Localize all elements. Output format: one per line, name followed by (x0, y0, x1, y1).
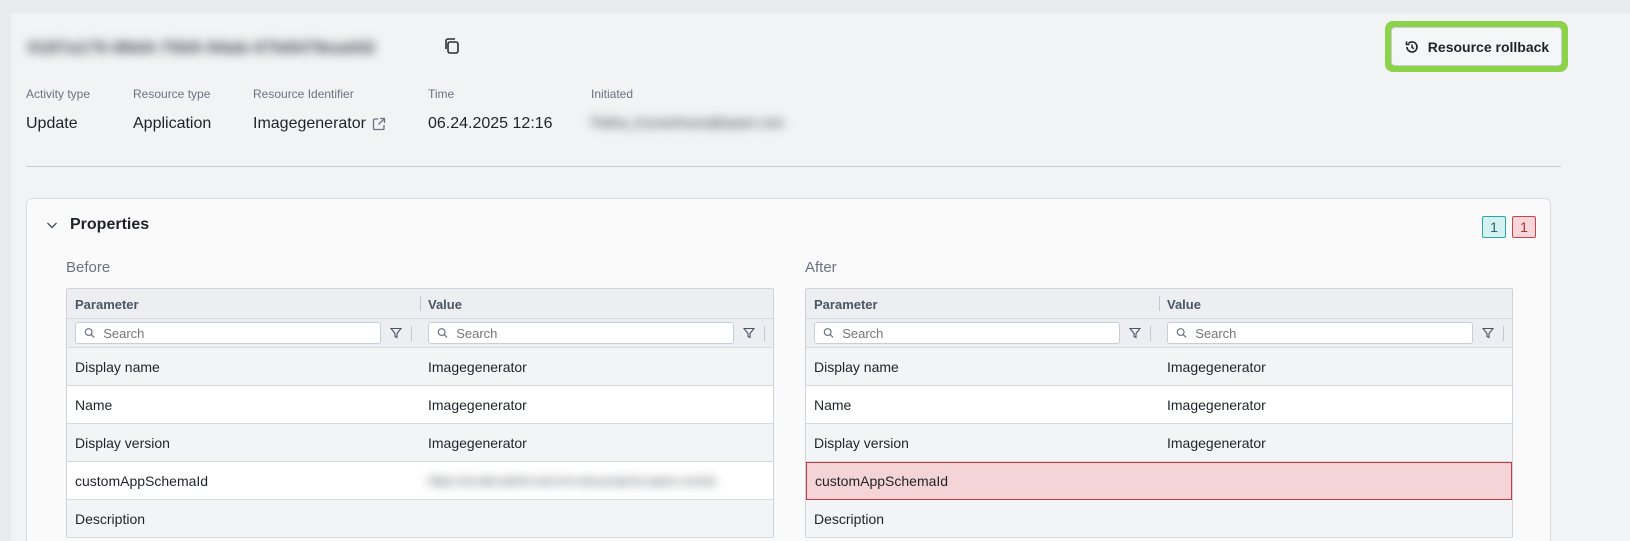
value-cell: Imagegenerator (1167, 358, 1266, 375)
properties-panel: Properties 1 1 Before Parameter Value Se… (26, 198, 1551, 541)
before-table: Parameter Value Search Search Display na… (66, 288, 774, 538)
filter-button[interactable] (387, 324, 405, 342)
value-cell: https://ai-dial-admin-test.int-ssta.proj… (428, 473, 716, 488)
table-row: Name Imagegenerator (67, 386, 773, 424)
table-row: customAppSchemaId https://ai-dial-admin-… (67, 462, 773, 500)
table-header: Parameter Value (806, 289, 1512, 319)
table-row: Display name Imagegenerator (806, 348, 1512, 386)
divider (26, 166, 1561, 167)
meta-value: Pakha_Kryvashnyna@epam.com (591, 115, 785, 130)
filter-icon (1129, 327, 1141, 339)
history-icon (1405, 40, 1418, 53)
parameter-cell: Description (75, 510, 146, 527)
meta-label: Time (428, 87, 455, 101)
meta-resource-identifier: Resource Identifier Imagegenerator (253, 87, 386, 133)
parameter-cell: Display name (75, 358, 160, 375)
table-row: Display version Imagegenerator (806, 424, 1512, 462)
parameter-cell: Description (814, 510, 885, 527)
activity-id: 0187a170-88d4-70b5-94ab-07b8479ead42 (28, 38, 376, 57)
column-header-value[interactable]: Value (1159, 289, 1512, 318)
table-row: Display version Imagegenerator (67, 424, 773, 462)
column-header-parameter[interactable]: Parameter (67, 289, 420, 318)
parameter-cell: customAppSchemaId (75, 472, 209, 489)
parameter-cell: customAppSchemaId (815, 473, 949, 489)
table-row: Display name Imagegenerator (67, 348, 773, 386)
properties-toggle[interactable]: Properties (44, 216, 149, 234)
parameter-search-input[interactable] (842, 325, 1111, 341)
filter-icon (1482, 327, 1494, 339)
meta-activity-type: Activity type Update (26, 87, 90, 133)
copy-icon (445, 37, 459, 54)
table-row-changed: customAppSchemaId (806, 462, 1512, 500)
search-box (75, 322, 381, 344)
value-cell: Imagegenerator (428, 434, 527, 451)
properties-title: Properties (70, 216, 150, 233)
value-filter (420, 322, 773, 344)
before-label: Before (66, 259, 111, 276)
table-row: Description (806, 500, 1512, 538)
parameter-search-input[interactable] (103, 325, 372, 341)
meta-time: Time 06.24.2025 12:16 (428, 87, 553, 133)
filter-row (806, 319, 1512, 348)
column-separator (411, 325, 412, 341)
search-box (428, 322, 734, 344)
parameter-cell: Name (814, 396, 852, 413)
column-header-parameter[interactable]: Parameter (806, 289, 1159, 318)
column-header-value[interactable]: Value (420, 289, 773, 318)
activity-details-page: 0187a170-88d4-70b5-94ab-07b8479ead42 Res… (11, 13, 1630, 541)
filter-row (67, 319, 773, 348)
meta-label: Initiated (591, 87, 634, 101)
meta-initiated: Initiated Pakha_Kryvashnyna@epam.com (591, 87, 784, 130)
search-icon (1176, 328, 1187, 338)
filter-icon (390, 327, 402, 339)
external-link-icon (372, 117, 386, 131)
parameter-filter (806, 322, 1159, 344)
column-separator (1503, 325, 1504, 341)
table-header: Parameter Value (67, 289, 773, 319)
added-count-badge: 1 (1482, 216, 1506, 238)
search-icon (84, 328, 95, 338)
column-separator (764, 325, 765, 341)
search-icon (823, 328, 834, 338)
chevron-down-icon (46, 222, 58, 229)
value-filter (1159, 322, 1512, 344)
value-cell: Imagegenerator (428, 396, 527, 413)
meta-label: Resource Identifier (253, 87, 354, 101)
resource-identifier-link[interactable]: Imagegenerator (253, 115, 386, 133)
value-search-input[interactable] (1195, 325, 1464, 341)
meta-value: Update (26, 115, 78, 132)
resource-rollback-label: Resource rollback (1427, 38, 1550, 55)
parameter-cell: Display version (814, 434, 909, 451)
search-box (1167, 322, 1473, 344)
rollback-highlight: Resource rollback (1385, 21, 1568, 72)
meta-resource-type: Resource type Application (133, 87, 211, 133)
meta-value: Application (133, 115, 212, 132)
filter-button[interactable] (1126, 324, 1144, 342)
value-cell: Imagegenerator (1167, 434, 1266, 451)
search-icon (437, 328, 448, 338)
after-table: Parameter Value Search Search Display na… (805, 288, 1513, 538)
filter-icon (743, 327, 755, 339)
table-row: Description (67, 500, 773, 538)
table-row: Name Imagegenerator (806, 386, 1512, 424)
meta-value: 06.24.2025 12:16 (428, 115, 553, 132)
parameter-filter (67, 322, 420, 344)
value-cell: Imagegenerator (1167, 396, 1266, 413)
filter-button[interactable] (1479, 324, 1497, 342)
resource-rollback-button[interactable]: Resource rollback (1391, 27, 1562, 66)
column-separator (1150, 325, 1151, 341)
resource-identifier-text: Imagegenerator (253, 115, 366, 132)
parameter-cell: Name (75, 396, 113, 413)
meta-label: Resource type (133, 87, 211, 101)
search-box (814, 322, 1120, 344)
value-cell: Imagegenerator (428, 358, 527, 375)
removed-count-badge: 1 (1512, 216, 1536, 238)
meta-label: Activity type (26, 87, 91, 101)
parameter-cell: Display version (75, 434, 170, 451)
parameter-cell: Display name (814, 358, 899, 375)
after-label: After (805, 259, 837, 276)
filter-button[interactable] (740, 324, 758, 342)
copy-id-button[interactable] (441, 36, 463, 58)
value-search-input[interactable] (456, 325, 725, 341)
